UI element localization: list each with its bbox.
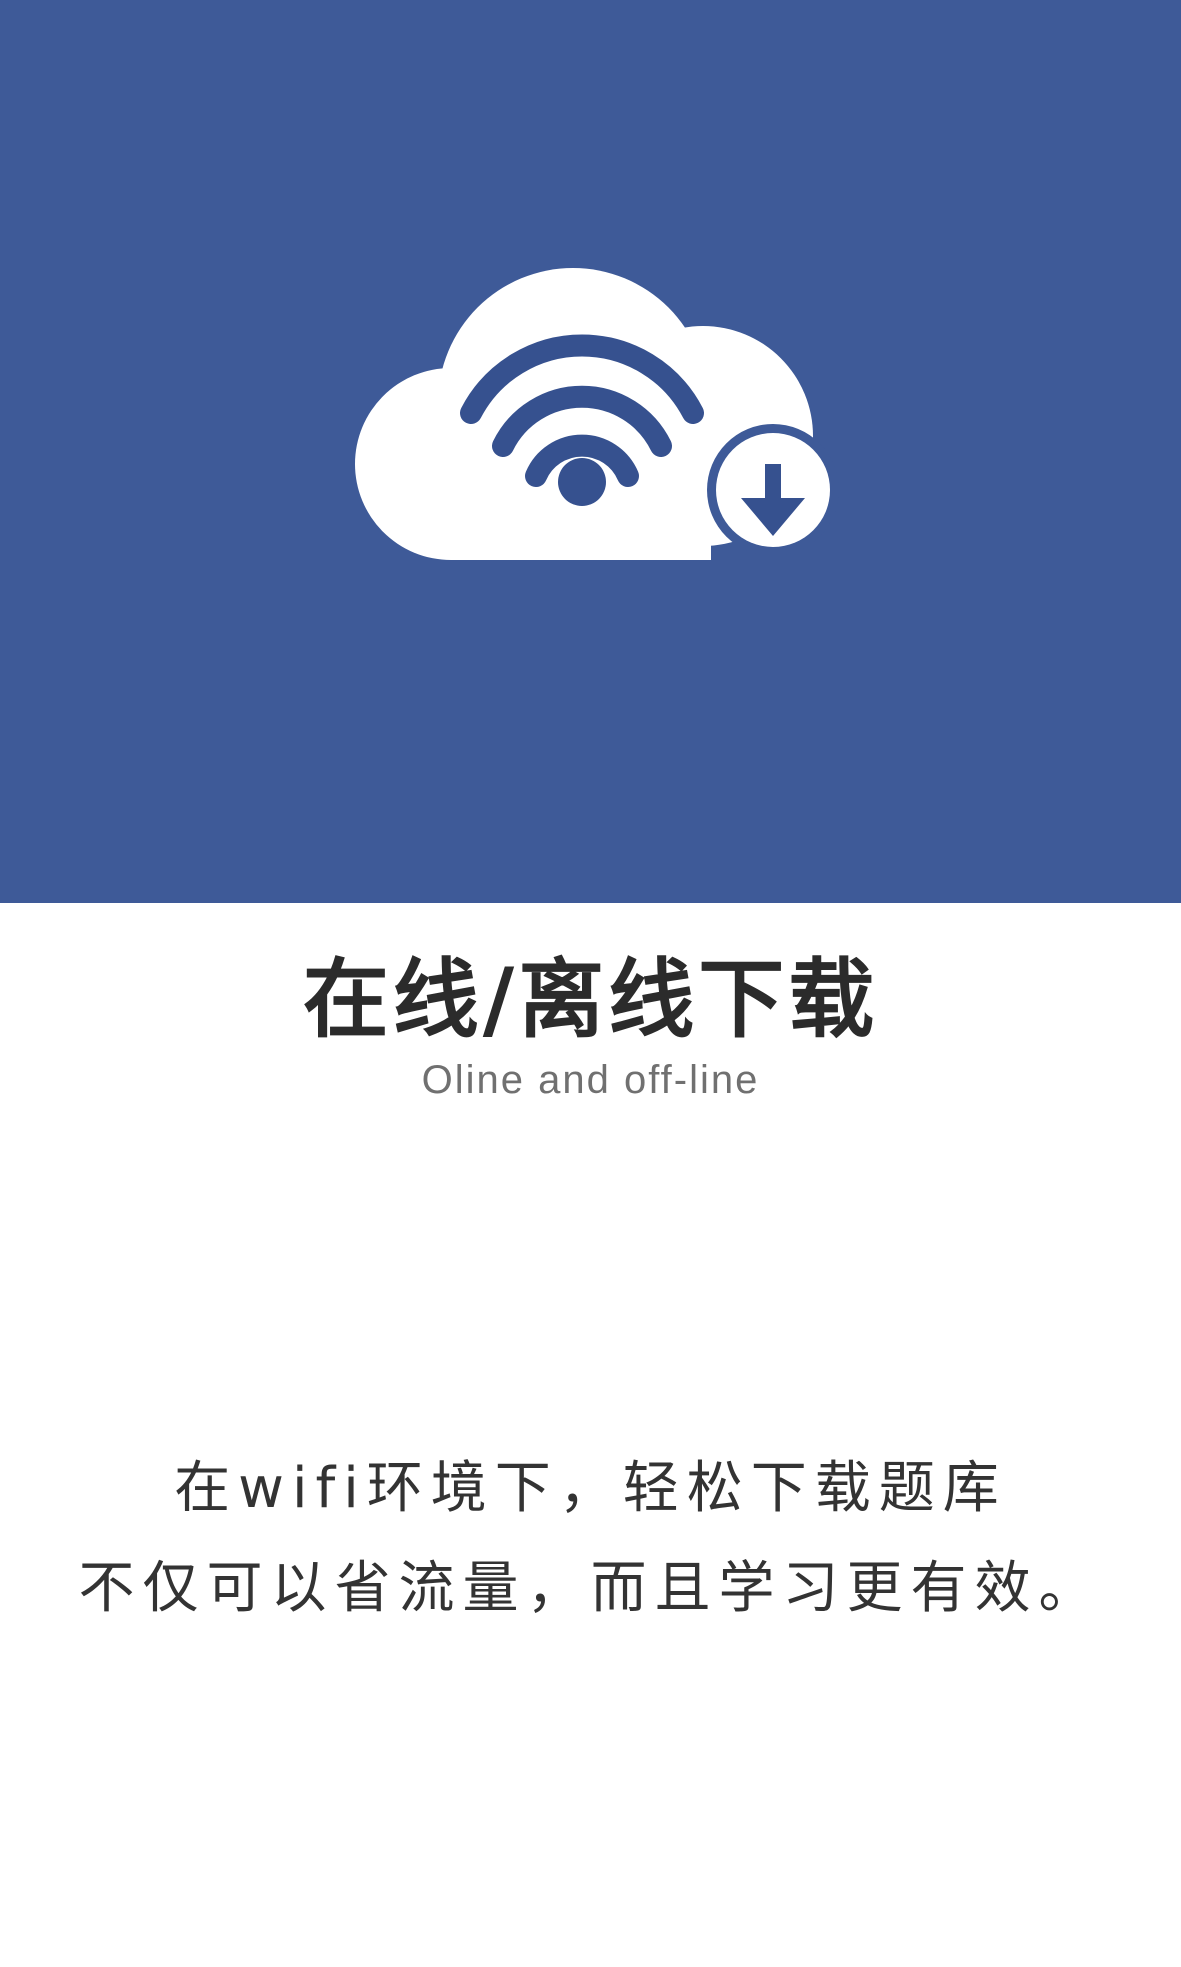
page-subtitle: Oline and off-line [421,1058,760,1102]
hero-banner [0,0,1181,903]
cloud-wifi-download-icon [355,268,839,560]
description-line-1: 在wifi环境下，轻松下载题库 [174,1456,1007,1521]
page-title: 在线/离线下载 [302,950,879,1050]
description-line-2: 不仅可以省流量，而且学习更有效。 [78,1556,1103,1621]
